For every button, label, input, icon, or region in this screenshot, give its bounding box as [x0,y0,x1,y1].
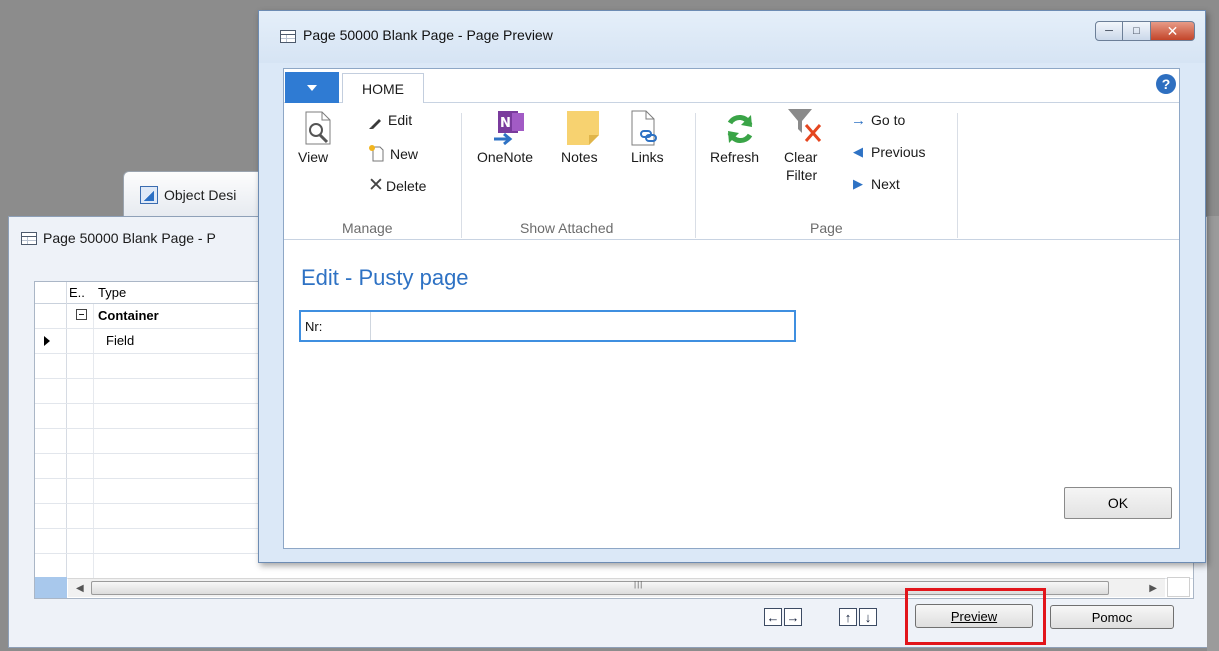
page-title: Edit - Pusty page [301,265,469,290]
collapse-icon[interactable] [76,309,87,320]
previous-icon: ◀ [853,144,863,159]
object-designer-icon [140,185,158,204]
move-up-button[interactable]: ↑ [839,608,857,626]
links-button[interactable]: Links [620,107,670,187]
column-header-enabled[interactable]: E.. [69,285,85,300]
delete-button[interactable]: ✕ Delete [368,175,448,196]
onenote-button[interactable]: N OneNote [477,107,547,187]
table-icon [280,30,296,43]
onenote-icon: N [494,111,524,146]
ribbon-menu-button[interactable] [285,72,339,103]
page-preview-dialog: Page 50000 Blank Page - Page Preview ─ □… [258,10,1206,563]
row-selector[interactable] [35,304,67,328]
help-button-label: Pomoc [1091,609,1133,625]
delete-label: Delete [386,178,427,194]
clear-filter-button[interactable]: Clear Filter [780,107,834,207]
table-icon [21,231,37,245]
dialog-client: HOME ? View Edit New ✕ Delete Manage N O… [283,68,1180,549]
clear-filter-icon [788,109,822,142]
maximize-icon: □ [1133,25,1140,37]
tab-home-label: HOME [362,80,404,97]
dialog-title: Page 50000 Blank Page - Page Preview [303,27,553,43]
close-icon: ✕ [1166,22,1179,39]
move-right-button[interactable]: → [784,608,802,626]
arrow-up-icon: ↑ [844,609,852,625]
help-button[interactable]: Pomoc [1050,605,1174,629]
edit-label: Edit [388,112,413,128]
pencil-icon [369,119,381,129]
view-icon [305,111,331,145]
scroll-left-icon[interactable]: ◀ [76,583,84,594]
ribbon: View Edit New ✕ Delete Manage N OneNote … [284,103,1179,240]
scroll-right-icon[interactable]: ▶ [1149,583,1157,594]
nr-field-label: Nr: [305,319,323,334]
new-button[interactable]: New [368,144,438,164]
minimize-button[interactable]: ─ [1095,21,1123,41]
minimize-icon: ─ [1105,25,1113,37]
arrow-down-icon: ↓ [864,609,872,625]
close-button[interactable]: ✕ [1151,21,1195,41]
go-to-arrow-icon: → [851,112,866,129]
notes-label: Notes [561,149,598,165]
next-label: Next [871,176,900,192]
page-designer-title: Page 50000 Blank Page - P [43,230,216,246]
dropdown-icon [307,84,317,91]
new-label: New [390,146,419,162]
links-label: Links [631,149,664,165]
nr-input[interactable] [373,316,788,338]
tab-home[interactable]: HOME [342,73,424,104]
arrow-right-icon: → [786,609,800,625]
group-label-manage: Manage [342,220,393,236]
new-document-icon [369,145,384,162]
refresh-button[interactable]: Refresh [708,107,772,187]
move-down-button[interactable]: ↓ [859,608,877,626]
dialog-titlebar[interactable]: Page 50000 Blank Page - Page Preview ─ □… [259,11,1205,63]
go-to-button[interactable]: → Go to [851,112,941,132]
delete-icon: ✕ [368,175,384,196]
current-row-arrow-icon [44,336,50,346]
view-button[interactable]: View [286,107,342,187]
maximize-button[interactable]: □ [1123,21,1151,41]
clear-filter-label-line1: Clear [784,149,818,165]
arrow-left-icon: ← [766,609,780,625]
edit-button[interactable]: Edit [368,112,438,132]
row-type-field: Field [106,333,135,348]
previous-button[interactable]: ◀ Previous [851,144,951,164]
nr-field[interactable]: Nr: [299,310,796,342]
next-icon: ▶ [853,176,863,191]
clear-filter-label-line2: Filter [786,167,818,183]
scroll-corner [1167,577,1190,597]
ribbon-tabs: HOME ? [284,69,1179,104]
view-label: View [298,149,329,165]
grid-select-all[interactable] [35,282,67,304]
help-icon[interactable]: ? [1156,74,1176,94]
preview-highlight-box [905,588,1046,645]
object-designer-tab-label: Object Desi [164,186,237,203]
ok-button-label: OK [1107,495,1129,511]
group-label-show-attached: Show Attached [520,220,614,236]
refresh-icon [727,115,753,143]
row-type-container: Container [98,308,159,323]
new-row-selector[interactable] [35,577,67,598]
ok-button[interactable]: OK [1064,487,1172,519]
onenote-label: OneNote [477,149,534,165]
go-to-label: Go to [871,112,906,128]
svg-text:N: N [500,116,511,131]
scrollbar-grip-icon: ||| [634,580,644,589]
row-selector[interactable] [35,329,67,353]
next-button[interactable]: ▶ Next [851,176,941,196]
refresh-label: Refresh [710,149,760,165]
move-left-button[interactable]: ← [764,608,782,626]
notes-button[interactable]: Notes [561,107,611,187]
window-edge [1207,216,1219,651]
column-header-type[interactable]: Type [98,285,126,300]
links-icon [631,110,657,146]
group-label-page: Page [810,220,843,236]
notes-icon [567,111,599,145]
previous-label: Previous [871,144,926,160]
